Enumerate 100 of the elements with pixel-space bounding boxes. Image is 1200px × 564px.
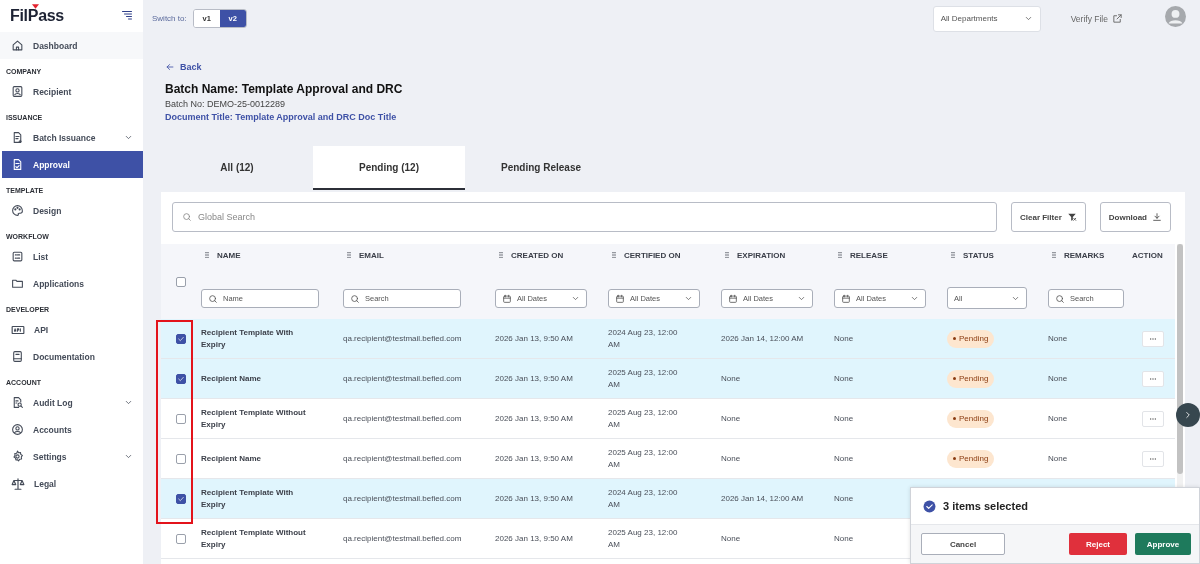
scroll-right-button[interactable] (1176, 403, 1200, 427)
column-header[interactable]: REMARKS (1048, 250, 1105, 260)
table-cell: None (721, 412, 741, 425)
table-cell: qa.recipient@testmail.befied.com (343, 332, 462, 345)
chevron-down-icon (684, 294, 693, 303)
table-cell: None (721, 452, 741, 465)
sidebar-item[interactable]: Design (0, 197, 143, 224)
sidebar-item[interactable]: List (0, 243, 143, 270)
document-search-icon (11, 396, 24, 409)
checkbox[interactable] (176, 413, 186, 424)
check-icon (177, 334, 185, 343)
status-badge: Pending (947, 329, 995, 348)
table-cell: None (834, 372, 854, 385)
tab[interactable]: All (12) (161, 146, 313, 190)
chevron-right-icon (1183, 410, 1193, 420)
more-button[interactable] (1141, 450, 1164, 467)
clear-filter-button[interactable]: Clear Filter (1011, 202, 1086, 232)
department-select[interactable]: All Departments (932, 5, 1041, 32)
settings-icon (11, 450, 24, 463)
table-cell: Recipient Name (201, 372, 262, 385)
table-cell: None (1048, 372, 1068, 385)
table-cell: 2026 Jan 13, 9:50 AM (495, 492, 573, 505)
table-cell: None (1048, 412, 1068, 425)
verify-file-link[interactable]: Verify File (1070, 13, 1123, 24)
column-header[interactable]: CREATED ON (495, 250, 564, 260)
status-badge: Pending (947, 449, 995, 468)
more-button[interactable] (1141, 410, 1164, 427)
status-badge: Pending (947, 369, 995, 388)
sidebar-item[interactable]: Recipient (0, 78, 143, 105)
tab[interactable]: Pending (12) (313, 146, 465, 190)
back-link[interactable]: Back (165, 62, 202, 72)
sidebar-item[interactable]: Approval (2, 151, 143, 178)
search-field[interactable]: Global Search (172, 202, 997, 232)
sidebar-item[interactable]: Settings (0, 443, 143, 470)
table-cell-text: 2025 Aug 23, 12:00 AM (608, 446, 679, 471)
sidebar-item[interactable]: Accounts (0, 416, 143, 443)
more-button[interactable] (1141, 330, 1164, 347)
column-header[interactable]: EMAIL (343, 250, 384, 260)
sidebar-item[interactable]: Legal (0, 470, 143, 497)
tab[interactable]: Pending Release (465, 146, 617, 190)
more-button[interactable] (1141, 370, 1164, 387)
table-cell: 2026 Jan 13, 9:50 AM (495, 332, 573, 345)
search-icon (182, 212, 192, 222)
table-cell: None (834, 332, 854, 345)
id-card-icon (11, 85, 24, 98)
column-header[interactable]: RELEASE (834, 250, 888, 260)
table-cell: None (834, 452, 854, 465)
user-circle-icon (11, 423, 24, 436)
checkbox[interactable] (176, 533, 186, 544)
scrollbar-thumb[interactable] (1177, 244, 1183, 474)
search-icon (1055, 293, 1065, 304)
table-cell-text: 2024 Aug 23, 12:00 AM (608, 326, 679, 351)
table-cell: None (834, 492, 854, 505)
chevron-down-icon (910, 294, 919, 303)
calendar-icon (728, 293, 738, 304)
table-cell: qa.recipient@testmail.befied.com (343, 452, 462, 465)
check-circle-icon (923, 499, 936, 513)
table-cell-text: Recipient Template With Expiry (201, 326, 295, 351)
column-header[interactable]: STATUS (947, 250, 994, 260)
home-icon (11, 39, 24, 52)
sidebar-item[interactable]: Audit Log (0, 389, 143, 416)
table-cell: None (834, 412, 854, 425)
palette-icon (11, 204, 24, 217)
table-cell: 2026 Jan 13, 9:50 AM (495, 372, 573, 385)
sidebar-item[interactable]: Applications (0, 270, 143, 297)
checkbox[interactable] (176, 373, 186, 384)
table-cell-text: Recipient Template Without Expiry (201, 526, 307, 551)
download-button[interactable]: Download (1099, 202, 1171, 232)
menu-icon (121, 9, 133, 21)
sidebar-item[interactable]: Batch Issuance (0, 124, 143, 151)
sidebar-item[interactable]: Dashboard (0, 32, 143, 59)
checkbox[interactable] (176, 333, 186, 344)
checkbox[interactable] (176, 493, 186, 504)
reject-button[interactable]: Reject (1069, 533, 1127, 555)
calendar-icon (502, 293, 512, 304)
status-badge: Pending (947, 409, 995, 428)
table-cell: None (721, 372, 741, 385)
table-row[interactable]: Recipient Template With Expiry qa.recipient@testmail.befied.com 2026 Jan 13, 9:50 AM 2024 Aug 23, 12:00 AM 2026 Jan 14, 12:00 AM None Pending None (161, 319, 1175, 359)
scales-icon (11, 476, 25, 491)
cancel-button[interactable]: Cancel (921, 533, 1005, 555)
table-cell: None (1048, 332, 1068, 345)
book-icon (11, 350, 24, 363)
checkbox[interactable] (176, 276, 186, 287)
search-icon (208, 293, 218, 304)
table-row[interactable]: Recipient Name qa.recipient@testmail.befied.com 2026 Jan 13, 9:50 AM 2025 Aug 23, 12:00 AM None None Pending None (161, 359, 1175, 399)
column-header[interactable]: EXPIRATION (721, 250, 786, 260)
column-header[interactable]: ACTION (1130, 250, 1163, 260)
logo[interactable]: FilPass (10, 7, 64, 25)
table-cell: 2026 Jan 14, 12:00 AM (721, 332, 804, 345)
column-header[interactable]: CERTIFIED ON (608, 250, 681, 260)
checkbox[interactable] (176, 453, 186, 464)
external-link-icon (1112, 13, 1123, 24)
approve-button[interactable]: Approve (1135, 533, 1191, 555)
sidebar-item[interactable]: API (0, 316, 143, 343)
check-icon (177, 374, 185, 383)
sidebar-item[interactable]: Documentation (0, 343, 143, 370)
chevron-down-icon (571, 294, 580, 303)
column-header[interactable]: NAME (201, 250, 241, 260)
selection-count: 3 items selected (943, 500, 1028, 512)
chevron-down-icon (797, 294, 806, 303)
